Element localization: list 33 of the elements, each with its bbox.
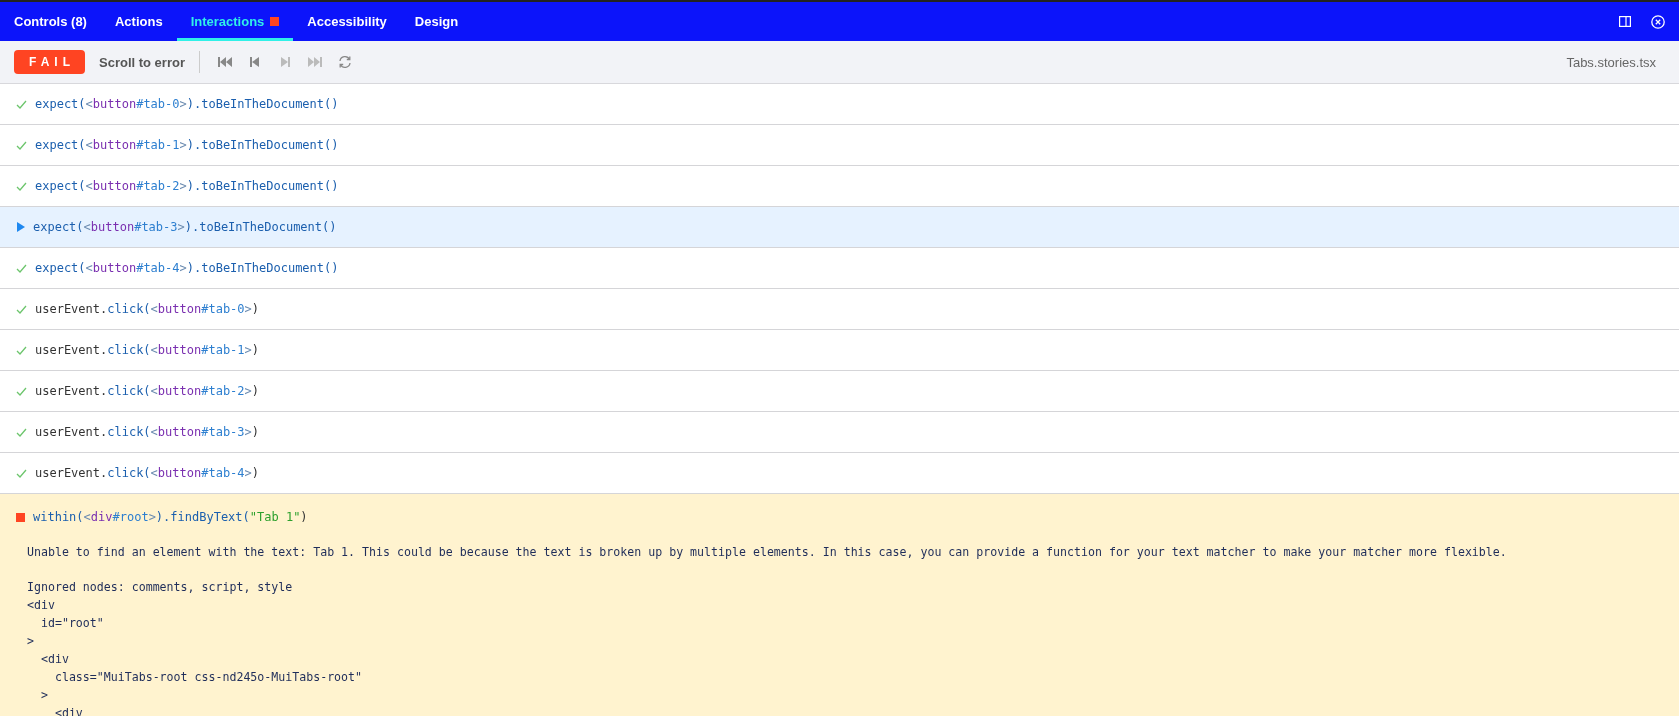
skip-forward-icon [307,56,322,68]
step-row[interactable]: expect(<button#tab-3>).toBeInTheDocument() [0,207,1679,248]
error-message: Unable to find an element with the text: Tab 1. This could be because the text is broken up by multiple elements. In this case, you can provide a function for your text matcher to make your matcher more flexible. [27,544,1508,561]
dom-output-line: class="MuiTabs-root css-nd245o-MuiTabs-root" [53,669,364,686]
step-code: expect(<button#tab-2>).toBeInTheDocument() [35,179,339,193]
step-code: userEvent.click(<button#tab-3>) [35,425,260,439]
step-code: expect(<button#tab-4>).toBeInTheDocument() [35,261,339,275]
step-code: expect(<button#tab-1>).toBeInTheDocument() [35,138,339,152]
addon-tab[interactable]: Actions [100,2,177,41]
step-code: userEvent.click(<button#tab-4>) [35,466,260,480]
step-code: userEvent.click(<button#tab-1>) [35,343,260,357]
rerun-icon [337,55,352,69]
dom-output-line: Ignored nodes: comments, script, style [27,579,294,596]
step-code: expect(<button#tab-0>).toBeInTheDocument() [35,97,339,111]
addon-tab[interactable]: Accessibility [293,2,401,41]
step-back-icon [247,56,262,68]
step-code: expect(<button#tab-3>).toBeInTheDocument() [33,220,337,234]
dom-output-line: > [39,687,49,704]
dom-output-line: > [27,633,35,650]
close-icon [1651,14,1665,29]
scroll-to-error-button[interactable]: Scroll to error [85,54,199,70]
addon-tab[interactable]: Design [400,2,473,41]
dom-output-line: id="root" [39,615,105,632]
step-code: userEvent.click(<button#tab-2>) [35,384,260,398]
step-code: userEvent.click(<button#tab-0>) [35,302,260,316]
panel-icon [1619,16,1631,27]
skip-back-icon [217,56,232,68]
step-code: within(<div#root>).findByText("Tab 1") [33,510,308,524]
addon-tab[interactable]: Controls (8) [0,2,101,41]
error-badge-icon [270,17,280,26]
dom-output-line: <div [27,597,56,614]
dom-output-line: <div [39,651,70,668]
file-name: Tabs.stories.tsx [1566,54,1656,70]
